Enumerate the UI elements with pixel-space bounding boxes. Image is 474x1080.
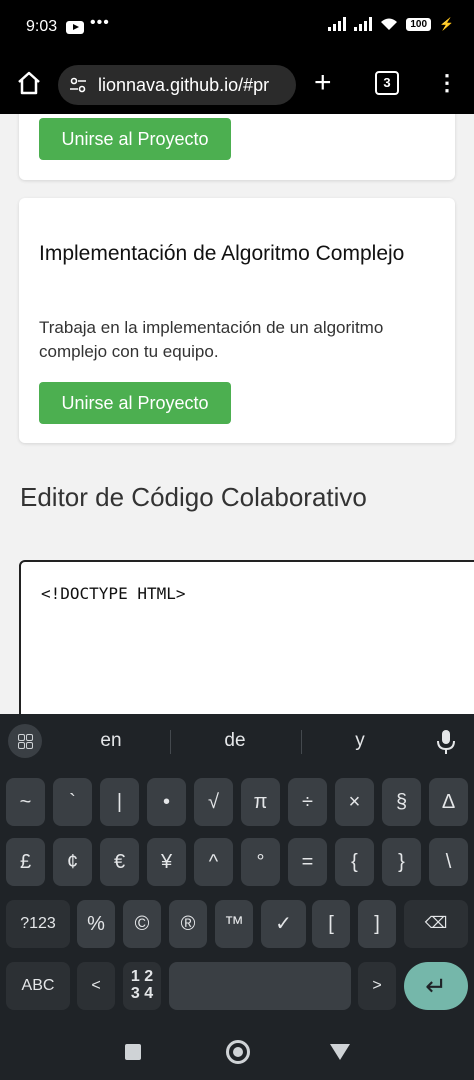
wifi-icon xyxy=(381,18,398,30)
key-backtick[interactable]: ` xyxy=(53,778,92,826)
section-title: Editor de Código Colaborativo xyxy=(20,482,367,512)
key-registered[interactable]: ® xyxy=(169,900,207,948)
key-multiply[interactable]: × xyxy=(335,778,374,826)
numpad-label-bottom: 3 4 xyxy=(130,985,154,1002)
key-percent[interactable]: % xyxy=(77,900,115,948)
spacebar-key[interactable] xyxy=(169,962,351,1010)
join-project-button-2[interactable]: Unirse al Proyecto xyxy=(39,382,231,424)
battery-icon: 100 xyxy=(406,17,432,31)
enter-key[interactable]: ↵ xyxy=(404,962,468,1010)
suggestion-strip: en de y xyxy=(0,714,474,770)
project-card-1: Unirse al Proyecto xyxy=(19,114,455,180)
microphone-icon[interactable] xyxy=(435,728,457,756)
home-icon[interactable] xyxy=(16,70,42,96)
new-tab-button[interactable]: + xyxy=(314,66,332,100)
site-settings-icon[interactable] xyxy=(68,75,88,95)
key-yen[interactable]: ¥ xyxy=(147,838,186,886)
key-degree[interactable]: ° xyxy=(241,838,280,886)
url-text: lionnava.github.io/#pr xyxy=(98,74,270,95)
key-checkmark[interactable]: ✓ xyxy=(261,900,306,948)
key-abc-toggle[interactable]: ABC xyxy=(6,962,70,1010)
project-card-2: Implementación de Algoritmo Complejo Tra… xyxy=(19,198,455,443)
browser-menu-button[interactable]: ⋮ xyxy=(436,69,458,97)
home-nav-icon[interactable] xyxy=(226,1040,250,1064)
signal-icon-1 xyxy=(328,17,347,31)
more-notifications-icon: ••• xyxy=(90,14,110,31)
card-description: Trabaja en la implementación de un algor… xyxy=(39,318,384,361)
key-sqrt[interactable]: √ xyxy=(194,778,233,826)
key-backslash[interactable]: \ xyxy=(429,838,468,886)
recents-icon[interactable] xyxy=(125,1044,141,1060)
key-pi[interactable]: π xyxy=(241,778,280,826)
backspace-key[interactable]: ⌫ xyxy=(404,900,468,948)
key-equals[interactable]: = xyxy=(288,838,327,886)
browser-toolbar: lionnava.github.io/#pr + 3 ⋮ xyxy=(0,56,474,114)
key-euro[interactable]: € xyxy=(100,838,139,886)
suggestion-divider xyxy=(301,730,302,754)
key-symbols-toggle[interactable]: ?123 xyxy=(6,900,70,948)
card-title: Implementación de Algoritmo Complejo xyxy=(39,242,405,265)
key-left-brace[interactable]: { xyxy=(335,838,374,886)
key-delta[interactable]: Δ xyxy=(429,778,468,826)
back-icon[interactable] xyxy=(330,1044,350,1060)
key-trademark[interactable]: ™ xyxy=(215,900,253,948)
key-copyright[interactable]: © xyxy=(123,900,161,948)
status-bar: 9:03 ••• 100 ⚡ xyxy=(0,0,474,56)
key-divide[interactable]: ÷ xyxy=(288,778,327,826)
key-bullet[interactable]: • xyxy=(147,778,186,826)
suggestion-1[interactable]: en xyxy=(66,730,156,752)
editor-text: <!DOCTYPE HTML> xyxy=(41,584,186,603)
suggestion-divider xyxy=(170,730,171,754)
key-right-bracket[interactable]: ] xyxy=(358,900,396,948)
key-left-bracket[interactable]: [ xyxy=(312,900,350,948)
youtube-notification-icon xyxy=(66,21,84,34)
key-tilde[interactable]: ~ xyxy=(6,778,45,826)
key-right-brace[interactable]: } xyxy=(382,838,421,886)
key-caret[interactable]: ^ xyxy=(194,838,233,886)
key-section[interactable]: § xyxy=(382,778,421,826)
key-less-than[interactable]: < xyxy=(77,962,115,1010)
code-editor[interactable]: <!DOCTYPE HTML> xyxy=(19,560,474,714)
tab-switcher-button[interactable]: 3 xyxy=(375,71,399,95)
key-pipe[interactable]: | xyxy=(100,778,139,826)
key-pound[interactable]: £ xyxy=(6,838,45,886)
suggestion-3[interactable]: y xyxy=(315,730,405,752)
keyboard-apps-icon[interactable] xyxy=(8,724,42,758)
page-content: Unirse al Proyecto Implementación de Alg… xyxy=(0,114,474,714)
signal-icon-2 xyxy=(354,17,373,31)
charging-icon: ⚡ xyxy=(439,17,454,31)
address-bar[interactable]: lionnava.github.io/#pr xyxy=(58,65,296,105)
numpad-label-top: 1 2 xyxy=(130,968,154,985)
system-nav-bar xyxy=(0,1018,474,1080)
suggestion-2[interactable]: de xyxy=(190,730,280,752)
status-time: 9:03 xyxy=(26,18,58,35)
key-greater-than[interactable]: > xyxy=(358,962,396,1010)
join-project-button-1[interactable]: Unirse al Proyecto xyxy=(39,118,231,160)
key-cent[interactable]: ¢ xyxy=(53,838,92,886)
key-numpad-toggle[interactable]: 1 2 3 4 xyxy=(123,962,161,1010)
